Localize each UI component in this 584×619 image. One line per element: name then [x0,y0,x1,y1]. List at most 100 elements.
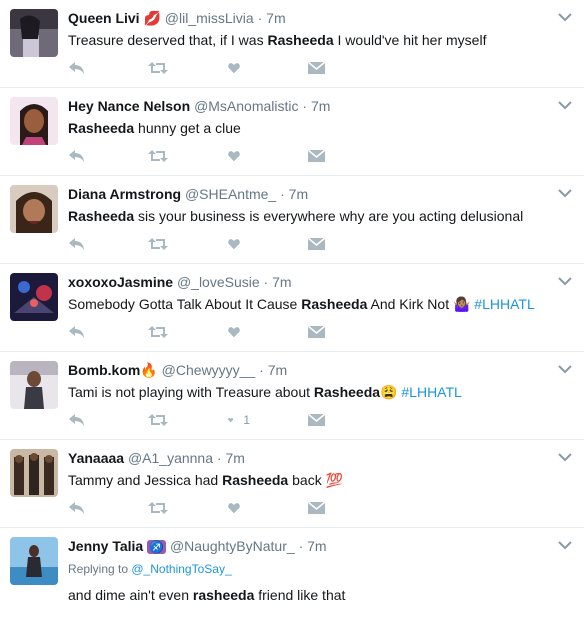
retweet-icon [148,326,168,338]
text-segment: Tammy and Jessica had [68,472,223,488]
chevron-down-icon[interactable] [558,186,572,200]
chevron-down-icon[interactable] [558,450,572,464]
username[interactable]: @lil_missLivia [165,10,254,26]
chevron-down-icon[interactable] [558,98,572,112]
sagittarius-emoji: ♐ [147,540,167,554]
heart-icon [228,503,240,514]
hashtag-link[interactable]: #LHHATL [474,296,534,312]
tweet-header: Yanaaaa @A1_yannna · 7m [68,449,574,467]
tweet[interactable]: Jenny Talia ♐ @NaughtyByNatur_ · 7m Repl… [0,528,584,619]
direct-message-button[interactable] [308,499,330,517]
tweet[interactable]: Hey Nance Nelson @MsAnomalistic · 7m Ras… [0,88,584,176]
like-button[interactable] [228,323,250,341]
tweet-actions: 1 [68,411,574,429]
fullname[interactable]: Queen Livi [68,10,140,26]
envelope-icon [308,237,325,250]
highlighted-term: Rasheeda [267,32,334,48]
reply-button[interactable] [68,323,90,341]
username[interactable]: @MsAnomalistic [194,98,298,114]
retweet-button[interactable] [148,323,170,341]
direct-message-button[interactable] [308,323,330,341]
like-button[interactable] [228,147,250,165]
highlighted-term: rasheeda [192,587,255,603]
hashtag-link[interactable]: #LHHATL [401,384,461,400]
fullname[interactable]: xoxoxoJasmine [68,274,173,290]
tweet[interactable]: Diana Armstrong @SHEAntme_ · 7m Rasheeda… [0,176,584,264]
tweet[interactable]: Bomb.kom🔥 @Chewyyyy__ · 7m Tami is not p… [0,352,584,440]
chevron-down-icon[interactable] [558,274,572,288]
heart-icon [228,239,240,250]
separator: · [216,450,222,466]
retweet-button[interactable] [148,59,170,77]
shrug-emoji: 🤷🏽‍♀️ [452,296,471,312]
heart-icon [228,63,240,74]
timestamp[interactable]: 7m [272,274,291,290]
avatar[interactable] [10,9,58,57]
chevron-down-icon[interactable] [558,538,572,552]
like-button[interactable] [228,59,250,77]
timestamp[interactable]: 7m [225,450,244,466]
text-segment: Treasure deserved that, if I was [68,32,268,48]
like-button[interactable] [228,499,250,517]
timestamp[interactable]: 7m [268,362,287,378]
like-count: 1 [243,413,250,427]
chevron-down-icon[interactable] [558,10,572,24]
tweet-text: Rasheeda hunny get a clue [68,118,574,138]
timestamp[interactable]: 7m [307,538,326,554]
reply-button[interactable] [68,411,90,429]
username[interactable]: @A1_yannna [128,450,213,466]
envelope-icon [308,149,325,162]
tweet[interactable]: Yanaaaa @A1_yannna · 7m Tammy and Jessic… [0,440,584,528]
avatar[interactable] [10,449,58,497]
direct-message-button[interactable] [308,411,330,429]
reply-icon [69,414,84,426]
reply-icon [69,238,84,250]
tweet-header: Diana Armstrong @SHEAntme_ · 7m [68,185,574,203]
reply-button[interactable] [68,59,90,77]
reply-button[interactable] [68,499,90,517]
reply-button[interactable] [68,235,90,253]
timestamp[interactable]: 7m [289,186,308,202]
fullname[interactable]: Hey Nance Nelson [68,98,190,114]
text-segment: I would've hit her myself [333,32,487,48]
avatar[interactable] [10,537,58,585]
username[interactable]: @Chewyyyy__ [162,362,256,378]
fullname[interactable]: Jenny Talia [68,538,143,554]
tweet[interactable]: xoxoxoJasmine @_loveSusie · 7m Somebody … [0,264,584,352]
tweet-stream: Queen Livi 💋 @lil_missLivia · 7m Treasur… [0,0,584,619]
reply-icon [69,150,84,162]
mention-link[interactable]: @_NothingToSay_ [131,562,231,576]
direct-message-button[interactable] [308,235,330,253]
chevron-down-icon[interactable] [558,362,572,376]
fullname[interactable]: Yanaaaa [68,450,124,466]
envelope-icon [308,413,325,426]
username[interactable]: @SHEAntme_ [185,186,276,202]
retweet-icon [148,414,168,426]
retweet-button[interactable] [148,147,170,165]
avatar[interactable] [10,97,58,145]
retweet-button[interactable] [148,411,170,429]
retweet-button[interactable] [148,235,170,253]
timestamp[interactable]: 7m [266,10,285,26]
retweet-button[interactable] [148,499,170,517]
username[interactable]: @NaughtyByNatur_ [170,538,295,554]
fullname[interactable]: Bomb.kom [68,362,140,378]
avatar[interactable] [10,273,58,321]
reply-icon [69,62,84,74]
separator: · [298,538,304,554]
highlighted-term: Rasheeda [222,472,289,488]
like-button[interactable]: 1 [228,411,250,429]
fullname[interactable]: Diana Armstrong [68,186,181,202]
separator: · [259,362,264,378]
timestamp[interactable]: 7m [311,98,330,114]
direct-message-button[interactable] [308,147,330,165]
avatar[interactable] [10,185,58,233]
tweet[interactable]: Queen Livi 💋 @lil_missLivia · 7m Treasur… [0,0,584,88]
like-button[interactable] [228,235,250,253]
text-segment: back [288,472,326,488]
tweet-header: Bomb.kom🔥 @Chewyyyy__ · 7m [68,361,574,379]
avatar[interactable] [10,361,58,409]
direct-message-button[interactable] [308,59,330,77]
username[interactable]: @_loveSusie [177,274,260,290]
reply-button[interactable] [68,147,90,165]
